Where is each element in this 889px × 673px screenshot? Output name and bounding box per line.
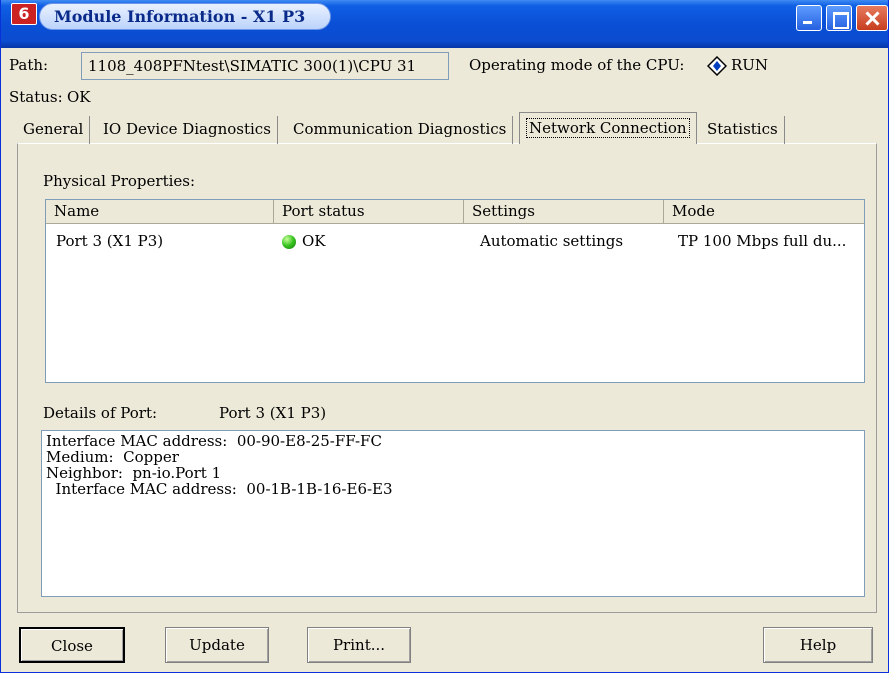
row-name: Port 3 (X1 P3) xyxy=(56,232,164,250)
status-label: Status: xyxy=(9,88,63,106)
column-header-port-status[interactable]: Port status xyxy=(274,200,464,223)
tab-statistics[interactable]: Statistics xyxy=(701,116,785,144)
physical-properties-label: Physical Properties: xyxy=(43,172,196,190)
title-bar[interactable]: 6 Module Information - X1 P3 xyxy=(1,0,888,48)
status-value: OK xyxy=(67,88,91,106)
tab-general[interactable]: General xyxy=(17,116,91,144)
path-label: Path: xyxy=(9,56,49,74)
path-field[interactable]: 1108_408PFNtest\SIMATIC 300(1)\CPU 31 xyxy=(81,52,449,80)
minimize-button[interactable] xyxy=(796,5,822,31)
run-mode-icon xyxy=(707,56,727,76)
port-details-textbox[interactable]: Interface MAC address: 00-90-E8-25-FF-FC… xyxy=(41,430,865,597)
close-window-button[interactable] xyxy=(856,5,888,31)
operating-mode-value: RUN xyxy=(731,56,769,74)
operating-mode-label: Operating mode of the CPU: xyxy=(469,56,685,74)
row-mode: TP 100 Mbps full du... xyxy=(678,232,847,250)
tab-io-device-diagnostics[interactable]: IO Device Diagnostics xyxy=(97,116,278,144)
details-of-port-label: Details of Port: xyxy=(43,404,158,422)
row-port-status: OK xyxy=(302,232,326,250)
close-button[interactable]: Close xyxy=(19,627,125,663)
print-button[interactable]: Print... xyxy=(307,627,411,663)
status-ok-icon xyxy=(282,235,296,249)
details-port-value: Port 3 (X1 P3) xyxy=(219,404,327,422)
column-header-name[interactable]: Name xyxy=(46,200,274,223)
help-button[interactable]: Help xyxy=(763,627,873,663)
column-header-settings[interactable]: Settings xyxy=(464,200,664,223)
tab-network-connection-label: Network Connection xyxy=(526,118,690,138)
maximize-button[interactable] xyxy=(826,5,852,31)
window-title: Module Information - X1 P3 xyxy=(39,3,331,30)
list-header: Name Port status Settings Mode xyxy=(46,200,864,224)
tab-communication-diagnostics[interactable]: Communication Diagnostics xyxy=(287,116,514,144)
column-header-mode[interactable]: Mode xyxy=(664,200,864,223)
update-button[interactable]: Update xyxy=(165,627,269,663)
module-information-window: 6 Module Information - X1 P3 Path: 1108_… xyxy=(0,0,889,673)
app-icon: 6 xyxy=(11,3,37,25)
tab-network-connection[interactable]: Network Connection xyxy=(519,112,697,144)
row-settings: Automatic settings xyxy=(480,232,624,250)
physical-properties-list[interactable]: Name Port status Settings Mode Port 3 (X… xyxy=(45,199,865,383)
